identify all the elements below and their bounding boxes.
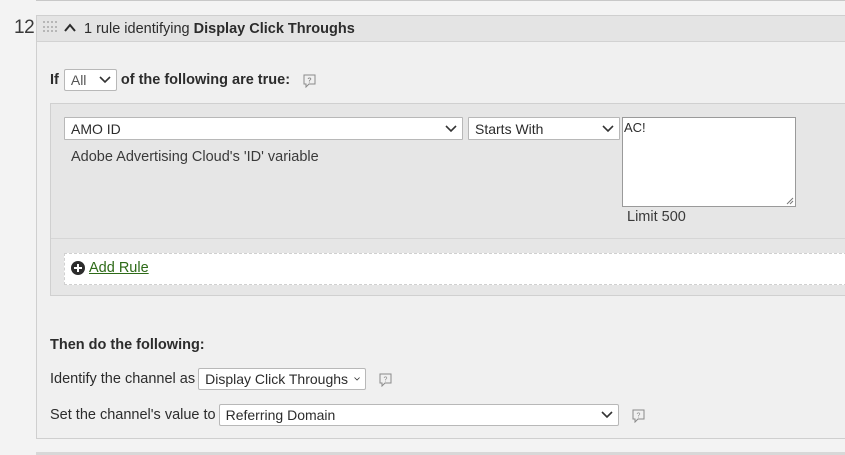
help-icon[interactable]: ? [302, 73, 317, 88]
help-icon[interactable]: ? [631, 408, 646, 423]
field-select-value: AMO ID [71, 120, 121, 137]
chevron-down-icon [445, 124, 457, 132]
rule-header-name: Display Click Throughs [193, 21, 355, 37]
limit-text: Limit 500 [627, 209, 686, 225]
channel-value-select[interactable]: Referring Domain [218, 404, 619, 426]
rule-panel: 1 rule identifying Display Click Through… [36, 15, 845, 439]
channel-value-select-value: Referring Domain [225, 407, 336, 423]
match-all-select[interactable]: All [63, 69, 117, 91]
chevron-down-icon [602, 124, 614, 132]
channel-select-value: Display Click Throughs [205, 371, 349, 387]
rule-panel-header[interactable]: 1 rule identifying Display Click Through… [37, 16, 845, 42]
add-rule-area: Add Rule [64, 253, 845, 285]
identify-row: Identify the channel as Display Click Th… [50, 368, 393, 390]
add-rule-button[interactable]: Add Rule [71, 260, 149, 276]
channel-value-row: Set the channel's value to Referring Dom… [50, 404, 646, 426]
identify-label: Identify the channel as [50, 371, 196, 387]
chevron-down-icon [99, 76, 111, 84]
value-textarea[interactable]: AC! [622, 117, 796, 207]
resize-grip-icon[interactable] [786, 197, 794, 205]
top-divider [36, 0, 845, 1]
field-description: Adobe Advertising Cloud's 'ID' variable [71, 149, 319, 165]
field-select[interactable]: AMO ID [64, 117, 463, 140]
add-rule-label: Add Rule [89, 260, 149, 276]
if-label: If [50, 72, 59, 88]
svg-text:?: ? [384, 376, 388, 383]
if-row: If All of the following are true: ? [50, 69, 317, 91]
channel-value-label: Set the channel's value to [50, 407, 216, 423]
value-text: AC! [624, 120, 646, 135]
then-title: Then do the following: [50, 337, 205, 353]
operator-select-value: Starts With [475, 120, 544, 137]
conditions-box: AMO ID Starts With Adobe Advertising Clo… [50, 103, 845, 296]
rule-header-prefix: 1 rule identifying [84, 21, 190, 37]
add-circle-icon [71, 261, 85, 275]
svg-text:?: ? [636, 412, 640, 419]
drag-handle-icon[interactable] [43, 21, 57, 33]
operator-select[interactable]: Starts With [468, 117, 620, 140]
condition-row: AMO ID Starts With Adobe Advertising Clo… [51, 104, 845, 239]
chevron-up-icon[interactable] [63, 21, 77, 35]
if-suffix-label: of the following are true: [120, 72, 291, 88]
channel-select[interactable]: Display Click Throughs [198, 368, 367, 390]
svg-text:?: ? [307, 77, 311, 84]
chevron-down-icon [354, 377, 360, 381]
rule-header-title: 1 rule identifying Display Click Through… [84, 21, 355, 37]
rule-number: 12 [14, 17, 35, 38]
chevron-down-icon [601, 411, 613, 419]
help-icon[interactable]: ? [378, 372, 393, 387]
match-all-value: All [70, 72, 87, 88]
